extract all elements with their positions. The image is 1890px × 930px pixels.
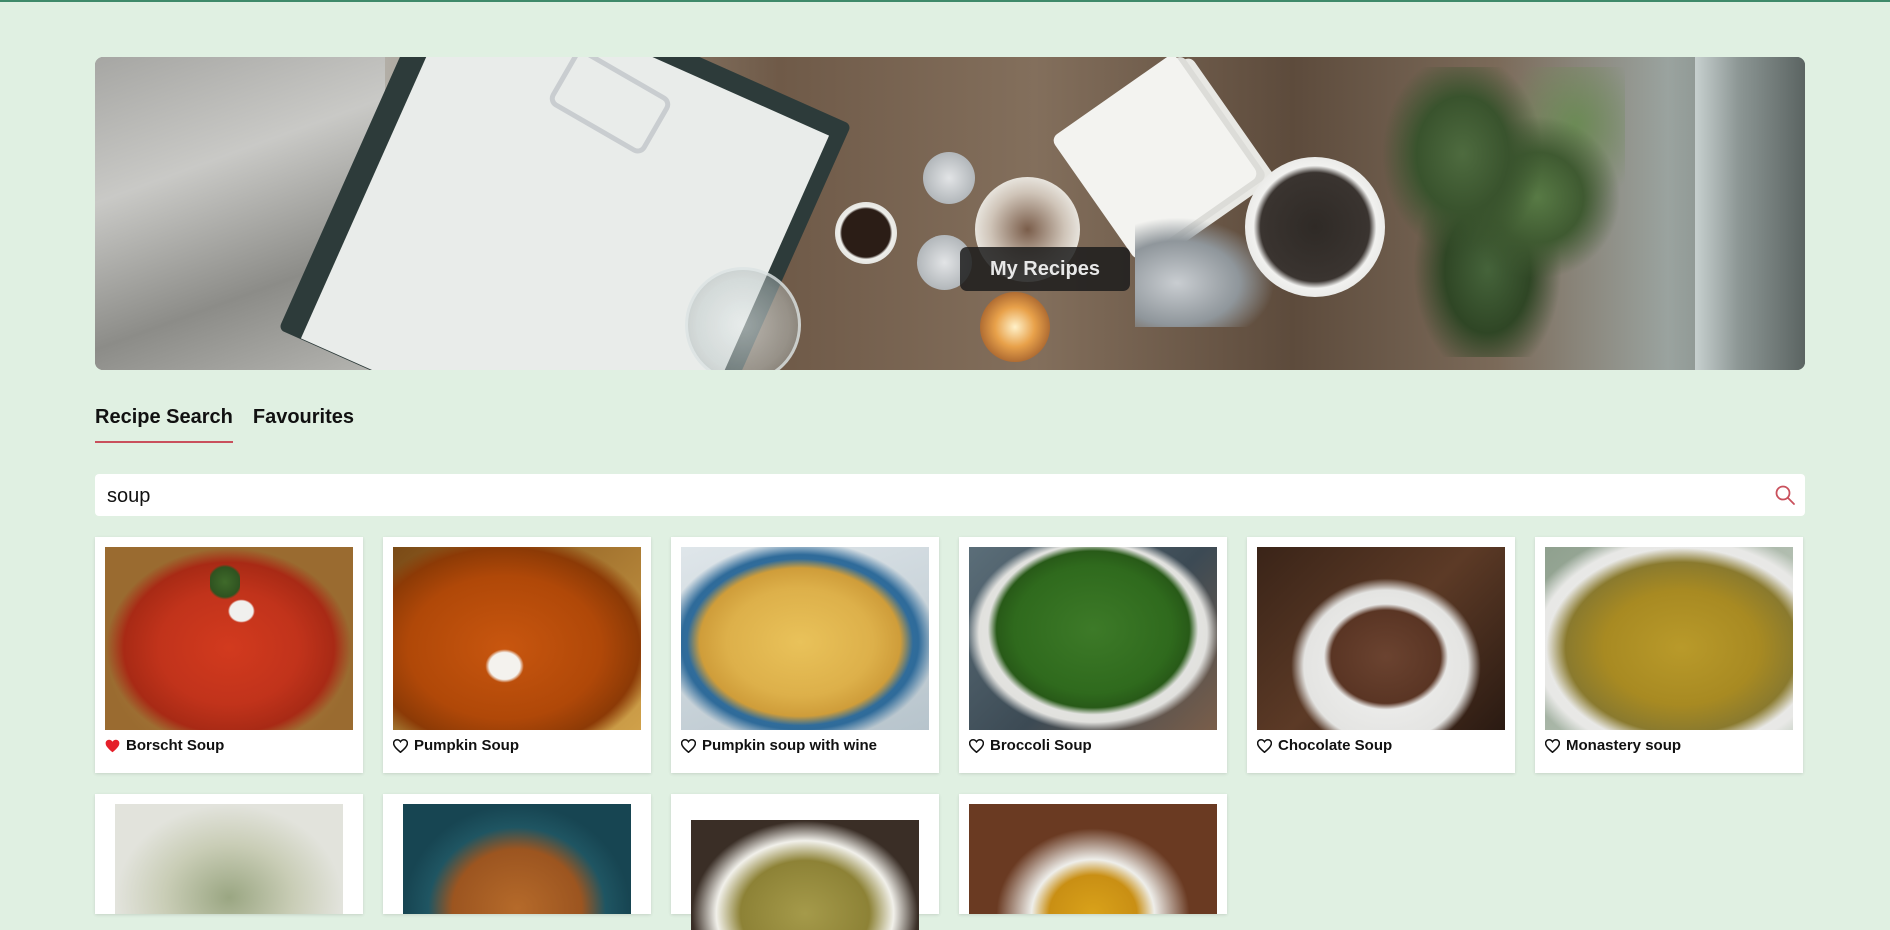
heart-outline-icon[interactable] (681, 738, 696, 753)
recipe-card[interactable] (671, 794, 939, 930)
search-icon[interactable] (1773, 483, 1797, 507)
heart-outline-icon[interactable] (969, 738, 984, 753)
recipe-card[interactable]: Monastery soup (1535, 537, 1803, 773)
hero-shaker (923, 152, 975, 204)
recipe-caption: Borscht Soup (105, 737, 224, 754)
recipe-card[interactable]: Broccoli Soup (959, 537, 1227, 773)
tab-recipe-search[interactable]: Recipe Search (95, 406, 233, 443)
recipe-name: Chocolate Soup (1278, 737, 1393, 754)
heart-filled-icon[interactable] (105, 739, 120, 753)
recipe-image (1545, 547, 1793, 730)
heart-outline-icon[interactable] (1257, 738, 1272, 753)
search-input[interactable] (105, 474, 1749, 518)
recipe-card[interactable]: Chocolate Soup (1247, 537, 1515, 773)
tab-favourites[interactable]: Favourites (253, 406, 354, 443)
recipe-card[interactable]: Pumpkin soup with wine (671, 537, 939, 773)
recipe-image (681, 547, 929, 730)
recipe-image (115, 804, 343, 914)
hero-banner: My Recipes (95, 57, 1805, 370)
page-title: My Recipes (960, 247, 1130, 291)
hero-window (1695, 57, 1805, 370)
recipe-caption: Chocolate Soup (1257, 737, 1392, 754)
recipe-card[interactable] (959, 794, 1227, 914)
hero-bowl (1245, 157, 1385, 297)
recipe-card[interactable]: Pumpkin Soup (383, 537, 651, 773)
recipe-card[interactable] (95, 794, 363, 914)
recipe-name: Pumpkin soup with wine (702, 737, 878, 754)
hero-glass (685, 267, 801, 370)
recipe-image (969, 804, 1217, 914)
hero-cup (835, 202, 897, 264)
recipe-image (393, 547, 641, 730)
hero-plant (1375, 67, 1625, 357)
heart-outline-icon[interactable] (1545, 738, 1560, 753)
recipe-image (1257, 547, 1505, 730)
hero-candle (980, 292, 1050, 362)
recipe-name: Monastery soup (1566, 737, 1682, 754)
recipe-name: Borscht Soup (126, 737, 225, 754)
search-bar (95, 474, 1805, 518)
recipe-caption: Pumpkin Soup (393, 737, 519, 754)
recipe-name: Broccoli Soup (990, 737, 1092, 754)
recipe-image (105, 547, 353, 730)
recipe-card[interactable]: Borscht Soup (95, 537, 363, 773)
heart-outline-icon[interactable] (393, 738, 408, 753)
recipe-caption: Pumpkin soup with wine (681, 737, 877, 754)
recipe-image (691, 820, 919, 930)
recipe-caption: Monastery soup (1545, 737, 1681, 754)
recipe-image (403, 804, 631, 914)
recipe-card[interactable] (383, 794, 651, 914)
recipe-name: Pumpkin Soup (414, 737, 519, 754)
tab-bar: Recipe Search Favourites (95, 406, 354, 443)
recipe-image (969, 547, 1217, 730)
recipe-caption: Broccoli Soup (969, 737, 1092, 754)
